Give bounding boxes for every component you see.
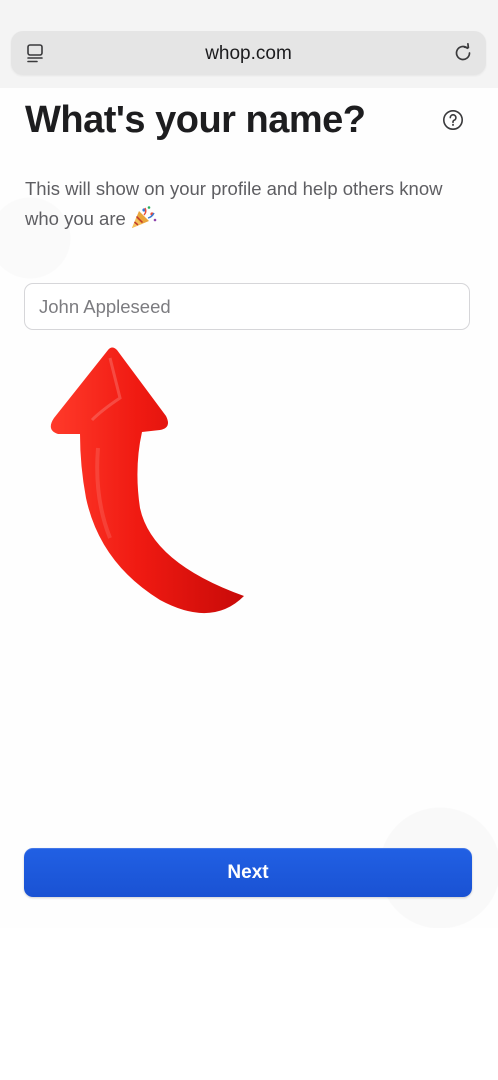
subtitle-text: This will show on your profile and help … — [25, 178, 443, 229]
reload-icon[interactable] — [452, 42, 474, 64]
url-text[interactable]: whop.com — [11, 43, 486, 65]
subtitle: This will show on your profile and help … — [25, 174, 465, 238]
address-bar[interactable]: whop.com — [11, 31, 486, 75]
party-popper-icon — [130, 205, 158, 238]
bottom-safe-area — [0, 928, 498, 1080]
browser-toolbar: whop.com — [0, 0, 498, 89]
onboarding-page: What's your name? This will show on your… — [0, 88, 498, 928]
page-title: What's your name? — [25, 99, 366, 141]
red-arrow-annotation — [50, 347, 244, 614]
name-input[interactable] — [24, 283, 470, 330]
question-circle-icon[interactable] — [442, 109, 464, 131]
next-button[interactable]: Next — [24, 848, 472, 897]
